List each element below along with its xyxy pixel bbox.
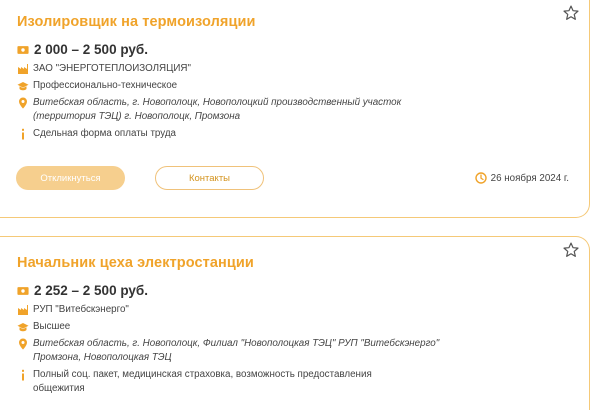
- location-line: Витебская область, г. Новополоцк, Филиал…: [33, 338, 440, 349]
- salary-row: 2 000 – 2 500 руб.: [17, 42, 148, 58]
- map-pin-icon: [17, 338, 29, 350]
- factory-icon: [17, 63, 29, 75]
- vacancy-title[interactable]: Изолировщик на термоизоляции: [17, 14, 256, 30]
- graduation-cap-icon: [17, 80, 29, 92]
- salary-value: 2 000 – 2 500 руб.: [34, 42, 148, 57]
- info-row: Полный соц. пакет, медицинская страховка…: [17, 368, 372, 396]
- map-pin-icon: [17, 97, 29, 109]
- vacancy-title[interactable]: Начальник цеха электростанции: [17, 255, 254, 271]
- location-line: Промзона, Новополоцкая ТЭЦ: [33, 352, 172, 363]
- education-row: Высшее: [17, 320, 70, 334]
- vacancy-card: Начальник цеха электростанции 2 252 – 2 …: [0, 236, 590, 410]
- contacts-button[interactable]: Контакты: [155, 166, 264, 190]
- education-value: Высшее: [33, 321, 71, 332]
- respond-button[interactable]: Откликнуться: [16, 166, 125, 190]
- salary-row: 2 252 – 2 500 руб.: [17, 283, 148, 299]
- money-icon: [17, 44, 30, 56]
- location-line: Витебская область, г. Новополоцк, Новопо…: [33, 97, 402, 108]
- info-row: Сдельная форма оплаты труда: [17, 127, 176, 141]
- star-icon[interactable]: [562, 4, 580, 22]
- money-icon: [17, 285, 30, 297]
- info-line: общежития: [33, 383, 85, 394]
- publish-date: 26 ноября 2024 г.: [474, 172, 569, 184]
- company-name[interactable]: ЗАО "ЭНЕРГОТЕПЛОИЗОЛЯЦИЯ": [33, 62, 191, 76]
- company-row: РУП "Витебскэнерго": [17, 303, 129, 317]
- location-line: (территория ТЭЦ) г. Новополоцк, Промзона: [33, 111, 241, 122]
- info-icon: [17, 128, 29, 140]
- info-line: Полный соц. пакет, медицинская страховка…: [33, 369, 372, 380]
- education-value: Профессионально-техническое: [33, 80, 178, 91]
- vacancy-card: Изолировщик на термоизоляции 2 000 – 2 5…: [0, 0, 590, 218]
- location-row: Витебская область, г. Новополоцк, Новопо…: [17, 96, 401, 124]
- info-icon: [17, 369, 29, 381]
- company-row: ЗАО "ЭНЕРГОТЕПЛОИЗОЛЯЦИЯ": [17, 62, 191, 76]
- graduation-cap-icon: [17, 321, 29, 333]
- clock-icon: [474, 172, 487, 184]
- star-icon[interactable]: [562, 241, 580, 259]
- factory-icon: [17, 304, 29, 316]
- date-value: 26 ноября 2024 г.: [490, 172, 569, 184]
- info-value: Сдельная форма оплаты труда: [33, 128, 177, 139]
- location-row: Витебская область, г. Новополоцк, Филиал…: [17, 337, 439, 365]
- company-name[interactable]: РУП "Витебскэнерго": [33, 303, 129, 317]
- education-row: Профессионально-техническое: [17, 79, 177, 93]
- salary-value: 2 252 – 2 500 руб.: [34, 283, 148, 298]
